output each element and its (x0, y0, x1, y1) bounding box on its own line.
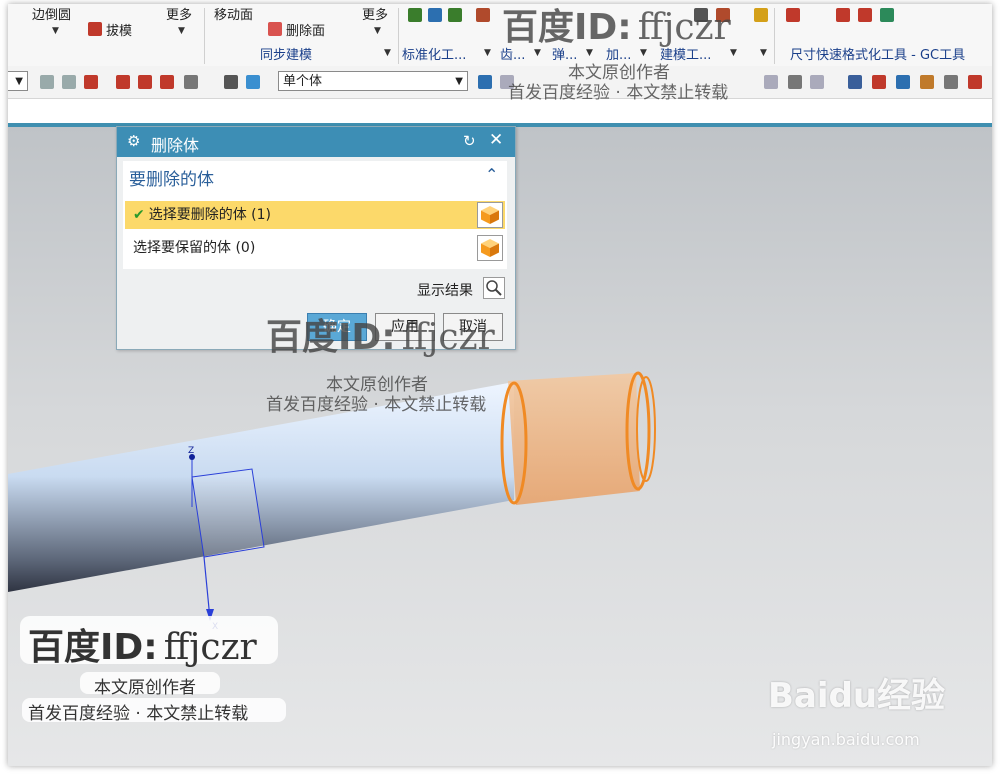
chevron-down-icon[interactable]: ▼ (730, 48, 737, 58)
watermark-line: 本文原创作者 (94, 678, 196, 698)
tool-icon[interactable] (836, 8, 850, 22)
show-result-button[interactable] (483, 277, 505, 299)
site-logo: Baidu经验 (768, 676, 946, 716)
view-icon[interactable] (920, 75, 934, 89)
edge-blend-button[interactable]: 边倒圆 (32, 4, 71, 23)
chevron-down-icon: ▼ (455, 76, 463, 87)
cube-icon (481, 206, 499, 224)
selection-toolbar: ▼ 单个体 ▼ (8, 66, 992, 99)
tool-icon[interactable] (408, 8, 422, 22)
group-dimension-tool[interactable]: 尺寸快速格式化工具 - GC工具 (790, 44, 965, 63)
watermark-id: ffjczr (163, 627, 257, 668)
selection-scope-dropdown[interactable]: 单个体 ▼ (278, 71, 468, 91)
group-sync-modeling[interactable]: 同步建模 (260, 44, 312, 63)
watermark-line: 首发百度经验 · 本文禁止转载 (508, 83, 729, 103)
tool-icon[interactable] (786, 8, 800, 22)
tool-icon[interactable] (754, 8, 768, 22)
more-button[interactable]: 更多 (166, 4, 192, 23)
tool-icon[interactable] (476, 8, 490, 22)
site-url: jingyan.baidu.com (772, 730, 920, 749)
select-icon[interactable] (40, 75, 54, 89)
close-icon[interactable]: ✕ (489, 130, 503, 150)
more-button[interactable]: 更多 (362, 4, 388, 23)
select-keep-body-row[interactable]: 选择要保留的体 (0) (125, 234, 505, 262)
tool-icon[interactable] (880, 8, 894, 22)
draft-icon (88, 22, 102, 36)
snap-icon[interactable] (810, 75, 824, 89)
ribbon-divider (398, 8, 399, 64)
body-select-icon[interactable] (246, 75, 260, 89)
watermark-line: 首发百度经验 · 本文禁止转载 (266, 395, 487, 415)
chevron-down-icon[interactable]: ▼ (52, 26, 59, 36)
view-icon[interactable] (968, 75, 982, 89)
tool-icon[interactable] (428, 8, 442, 22)
watermark-brand: 百度ID: (502, 7, 632, 48)
tab-strip (8, 99, 992, 127)
select-delete-body-row[interactable]: ✔ 选择要删除的体 (1) (125, 201, 505, 229)
z-axis-label: Z (188, 446, 194, 456)
delete-face-button[interactable]: 删除面 (286, 20, 325, 39)
check-icon: ✔ (133, 207, 145, 223)
rotate-icon[interactable] (896, 75, 910, 89)
collapse-icon[interactable]: ⌃ (485, 165, 498, 184)
selection-scope-value: 单个体 (283, 74, 323, 89)
select-icon[interactable] (138, 75, 152, 89)
reset-icon[interactable]: ↻ (463, 132, 476, 150)
select-keep-body-label: 选择要保留的体 (0) (133, 240, 256, 256)
watermark-line: 首发百度经验 · 本文禁止转载 (28, 704, 249, 724)
select-icon[interactable] (160, 75, 174, 89)
datum-plane[interactable] (191, 468, 265, 558)
bodies-to-delete-group: 要删除的体 ⌃ ✔ 选择要删除的体 (1) 选择要保留的体 (0) (123, 161, 507, 269)
watermark-badge: 百度ID: ffjczr 本文原创作者 首发百度经验 · 本文禁止转载 (20, 616, 288, 726)
draft-button[interactable]: 拔模 (106, 20, 132, 39)
cube-icon (481, 239, 499, 257)
select-delete-body-label: 选择要删除的体 (1) (148, 207, 272, 223)
ribbon: 边倒圆 ▼ 拔模 更多 ▼ 移动面 删除面 更多 ▼ 同步建模 ▼ 标准化工..… (8, 4, 992, 67)
view-icon[interactable] (872, 75, 886, 89)
sleeve-body[interactable] (508, 373, 640, 505)
select-icon[interactable] (84, 75, 98, 89)
tool-icon[interactable] (448, 8, 462, 22)
view-icon[interactable] (848, 75, 862, 89)
show-result-label: 显示结果 (417, 283, 473, 299)
watermark-brand: 百度ID: (266, 317, 396, 358)
select-icon[interactable] (224, 75, 238, 89)
select-icon[interactable] (116, 75, 130, 89)
snap-icon[interactable] (788, 75, 802, 89)
snap-icon[interactable] (764, 75, 778, 89)
dialog-title-bar[interactable]: ⚙ 删除体 ↻ ✕ (117, 127, 515, 157)
cube-select-button[interactable] (477, 202, 503, 228)
chevron-down-icon[interactable]: ▼ (760, 48, 767, 58)
app-window: 边倒圆 ▼ 拔模 更多 ▼ 移动面 删除面 更多 ▼ 同步建模 ▼ 标准化工..… (8, 4, 992, 766)
gear-icon[interactable]: ⚙ (127, 132, 140, 150)
filter-dropdown[interactable]: ▼ (8, 71, 28, 91)
select-icon[interactable] (62, 75, 76, 89)
watermark-id: ffjczr (637, 7, 731, 48)
ribbon-divider (774, 8, 775, 64)
move-face-button[interactable]: 移动面 (214, 4, 253, 23)
view-icon[interactable] (944, 75, 958, 89)
cube-select-button[interactable] (477, 235, 503, 261)
dialog-title: 删除体 (151, 136, 200, 155)
chevron-down-icon[interactable]: ▼ (178, 26, 185, 36)
watermark: 百度ID: ffjczr (28, 618, 257, 670)
watermark: 百度ID: ffjczr (266, 308, 495, 360)
watermark: 百度ID: ffjczr (502, 4, 731, 50)
watermark-brand: 百度ID: (28, 627, 158, 668)
group-standardize[interactable]: 标准化工... (402, 44, 466, 63)
ribbon-divider (204, 8, 205, 64)
group-title[interactable]: 要删除的体 (129, 165, 214, 190)
box-select-icon[interactable] (184, 75, 198, 89)
chevron-down-icon[interactable]: ▼ (374, 26, 381, 36)
snap-icon[interactable] (478, 75, 492, 89)
chevron-down-icon[interactable]: ▼ (384, 48, 391, 58)
chevron-down-icon[interactable]: ▼ (484, 48, 491, 58)
delete-face-icon (268, 22, 282, 36)
magnifier-icon (486, 280, 502, 296)
watermark-id: ffjczr (401, 317, 495, 358)
tool-icon[interactable] (858, 8, 872, 22)
